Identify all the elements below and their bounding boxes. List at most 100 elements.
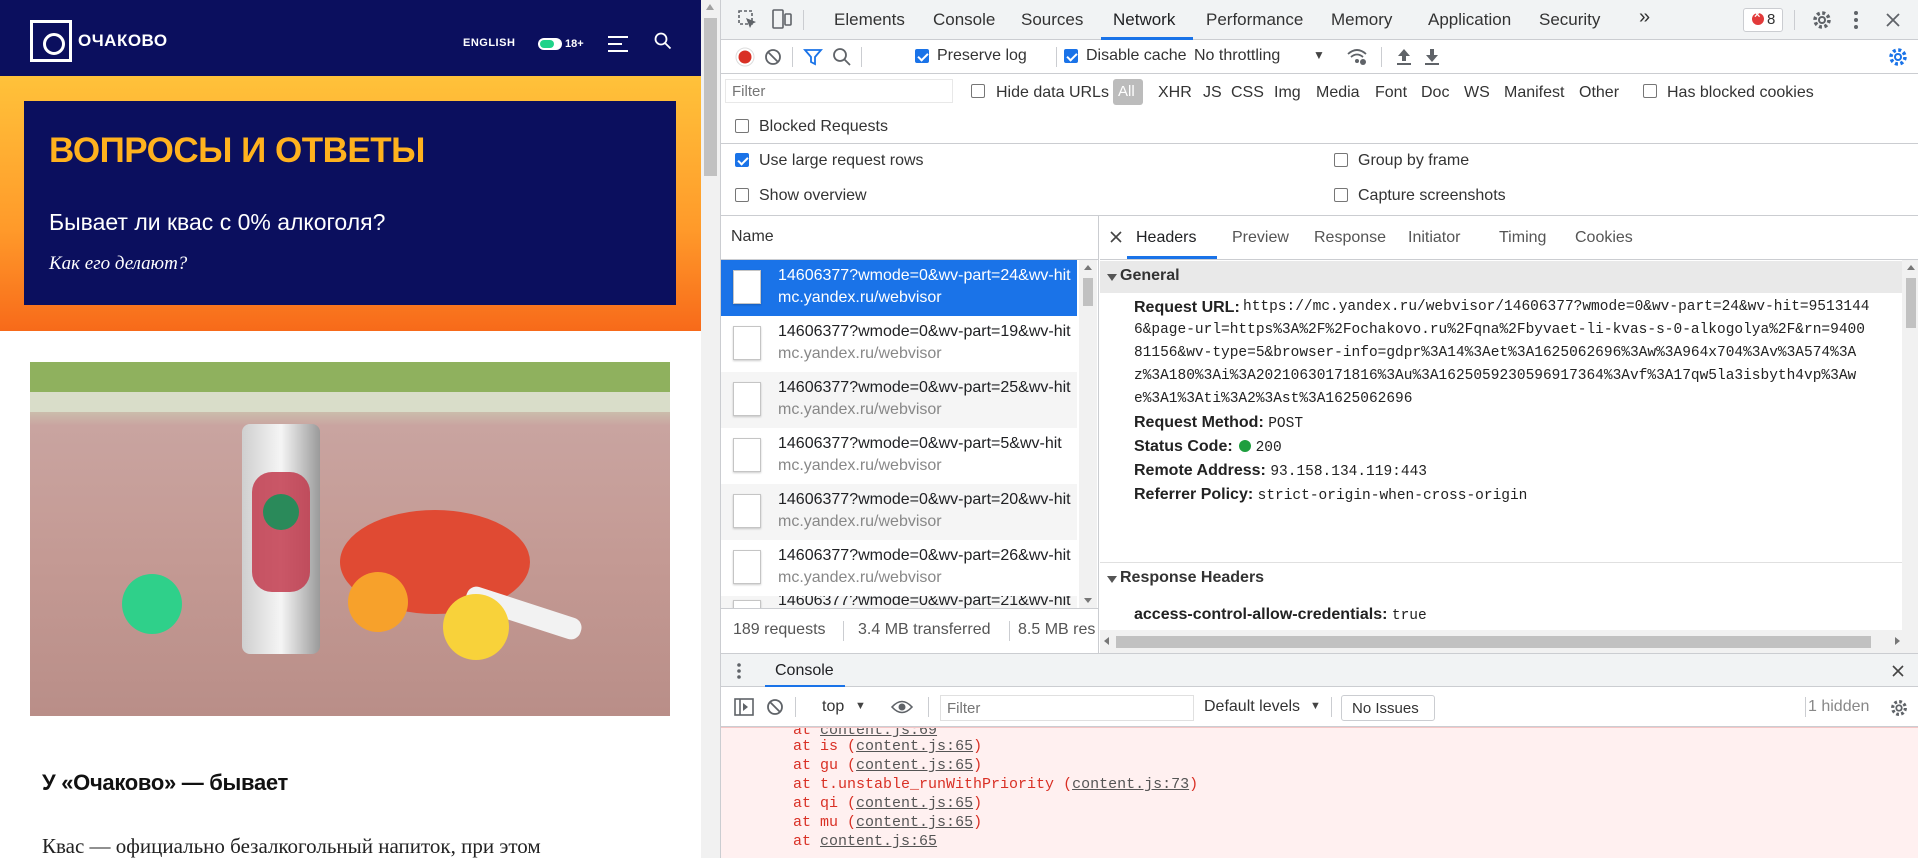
network-conditions-wifi-icon[interactable] bbox=[1346, 46, 1368, 68]
column-header-name[interactable]: Name bbox=[721, 216, 1099, 260]
menu-icon[interactable] bbox=[608, 36, 628, 52]
more-tabs-icon[interactable]: » bbox=[1639, 6, 1650, 29]
tab-preview[interactable]: Preview bbox=[1232, 229, 1289, 247]
log-levels-select[interactable]: Default levels bbox=[1204, 698, 1300, 716]
context-select[interactable]: top bbox=[822, 698, 844, 716]
export-har-download-icon[interactable] bbox=[1421, 46, 1443, 68]
filter-type-manifest[interactable]: Manifest bbox=[1504, 84, 1564, 102]
filter-type-font[interactable]: Font bbox=[1375, 84, 1407, 102]
filter-type-xhr[interactable]: XHR bbox=[1158, 84, 1192, 102]
console-settings-gear-icon[interactable] bbox=[1889, 698, 1909, 718]
tab-memory[interactable]: Memory bbox=[1331, 10, 1392, 30]
scroll-down-arrow-icon[interactable] bbox=[1084, 598, 1092, 603]
request-row[interactable]: 14606377?wmode=0&wv-part=19&wv-hit mc.ya… bbox=[721, 316, 1077, 372]
general-section-header[interactable]: General bbox=[1100, 261, 1902, 293]
record-icon[interactable] bbox=[734, 46, 756, 68]
tab-security[interactable]: Security bbox=[1539, 10, 1600, 30]
error-count-badge[interactable]: 8 bbox=[1743, 8, 1783, 32]
kebab-menu-icon[interactable] bbox=[1845, 9, 1867, 31]
scroll-right-arrow-icon[interactable] bbox=[1895, 637, 1900, 645]
age-toggle[interactable] bbox=[538, 38, 562, 50]
source-link[interactable]: content.js:73 bbox=[1072, 776, 1189, 793]
filter-type-img[interactable]: Img bbox=[1274, 84, 1301, 102]
network-filter-input[interactable] bbox=[725, 79, 953, 103]
show-sidebar-icon[interactable] bbox=[734, 698, 754, 716]
search-icon[interactable] bbox=[654, 32, 672, 50]
live-expression-eye-icon[interactable] bbox=[891, 699, 913, 715]
tab-initiator[interactable]: Initiator bbox=[1408, 229, 1460, 247]
request-row[interactable]: 14606377?wmode=0&wv-part=24&wv-hit mc.ya… bbox=[721, 260, 1077, 316]
search-icon[interactable] bbox=[831, 46, 853, 68]
close-details-icon[interactable] bbox=[1109, 230, 1123, 244]
request-row[interactable]: 14606377?wmode=0&wv-part=20&wv-hit mc.ya… bbox=[721, 484, 1077, 540]
language-link[interactable]: ENGLISH bbox=[463, 37, 515, 49]
filter-type-media[interactable]: Media bbox=[1316, 84, 1360, 102]
drawer-menu-icon[interactable] bbox=[736, 662, 742, 680]
import-har-upload-icon[interactable] bbox=[1393, 46, 1415, 68]
network-settings-gear-icon[interactable] bbox=[1887, 46, 1909, 68]
source-link[interactable]: content.js:65 bbox=[856, 795, 973, 812]
show-overview-checkbox[interactable] bbox=[735, 188, 749, 202]
tab-performance[interactable]: Performance bbox=[1206, 10, 1303, 30]
request-row[interactable]: 14606377?wmode=0&wv-part=5&wv-hit mc.yan… bbox=[721, 428, 1077, 484]
source-link[interactable]: content.js:65 bbox=[856, 738, 973, 755]
clear-icon[interactable] bbox=[762, 46, 784, 68]
disable-cache-checkbox[interactable] bbox=[1064, 49, 1078, 63]
tab-timing[interactable]: Timing bbox=[1499, 229, 1546, 247]
details-horizontal-scrollbar[interactable] bbox=[1100, 630, 1918, 653]
device-toolbar-icon[interactable] bbox=[771, 8, 793, 30]
scroll-up-arrow-icon[interactable] bbox=[706, 4, 714, 10]
hide-data-urls-checkbox[interactable] bbox=[971, 84, 985, 98]
scroll-up-arrow-icon[interactable] bbox=[1084, 265, 1092, 270]
website-scrollbar[interactable] bbox=[701, 0, 720, 858]
large-rows-checkbox[interactable] bbox=[735, 153, 749, 167]
blocked-requests-checkbox[interactable] bbox=[735, 119, 749, 133]
details-vertical-scrollbar-thumb[interactable] bbox=[1906, 278, 1916, 328]
throttling-select[interactable]: No throttling bbox=[1194, 47, 1280, 65]
tab-headers[interactable]: Headers bbox=[1136, 229, 1196, 247]
source-link[interactable]: content.js:65 bbox=[856, 757, 973, 774]
filter-type-all[interactable]: All bbox=[1113, 79, 1143, 105]
chevron-down-icon[interactable]: ▼ bbox=[855, 700, 866, 712]
chevron-down-icon[interactable]: ▼ bbox=[1313, 48, 1325, 62]
scroll-left-arrow-icon[interactable] bbox=[1104, 637, 1109, 645]
source-link[interactable]: content.js:65 bbox=[820, 833, 937, 850]
capture-screenshots-checkbox[interactable] bbox=[1334, 188, 1348, 202]
settings-gear-icon[interactable] bbox=[1811, 9, 1833, 31]
group-by-frame-checkbox[interactable] bbox=[1334, 153, 1348, 167]
filter-type-doc[interactable]: Doc bbox=[1421, 84, 1449, 102]
filter-funnel-icon[interactable] bbox=[802, 46, 824, 68]
issues-button[interactable]: No Issues bbox=[1341, 695, 1435, 721]
tab-sources[interactable]: Sources bbox=[1021, 10, 1083, 30]
clear-console-icon[interactable] bbox=[766, 698, 784, 716]
has-blocked-cookies-checkbox[interactable] bbox=[1643, 84, 1657, 98]
website-scrollbar-thumb[interactable] bbox=[704, 18, 717, 176]
source-link[interactable]: content.js:65 bbox=[856, 814, 973, 831]
drawer-tab-console[interactable]: Console bbox=[775, 662, 834, 680]
close-devtools-icon[interactable] bbox=[1882, 9, 1904, 31]
request-row[interactable]: 14606377?wmode=0&wv-part=21&wv-hit bbox=[721, 596, 1077, 608]
preserve-log-checkbox[interactable] bbox=[915, 49, 929, 63]
tab-cookies[interactable]: Cookies bbox=[1575, 229, 1633, 247]
details-horizontal-scrollbar-thumb[interactable] bbox=[1116, 636, 1871, 648]
close-drawer-icon[interactable] bbox=[1891, 664, 1905, 678]
filter-type-js[interactable]: JS bbox=[1203, 84, 1222, 102]
filter-type-ws[interactable]: WS bbox=[1464, 84, 1490, 102]
site-logo[interactable]: ОЧАКОВО bbox=[30, 20, 168, 62]
request-list-scrollbar[interactable] bbox=[1079, 260, 1097, 608]
details-vertical-scrollbar[interactable] bbox=[1902, 260, 1918, 630]
tab-elements[interactable]: Elements bbox=[834, 10, 905, 30]
filter-type-css[interactable]: CSS bbox=[1231, 84, 1264, 102]
tab-application[interactable]: Application bbox=[1428, 10, 1511, 30]
tab-network[interactable]: Network bbox=[1113, 10, 1175, 30]
request-list-scrollbar-thumb[interactable] bbox=[1083, 278, 1093, 306]
tab-response[interactable]: Response bbox=[1314, 229, 1386, 247]
inspect-element-icon[interactable] bbox=[737, 9, 759, 31]
response-headers-section-header[interactable]: Response Headers bbox=[1100, 562, 1902, 594]
chevron-down-icon[interactable]: ▼ bbox=[1310, 700, 1321, 712]
scroll-up-arrow-icon[interactable] bbox=[1907, 265, 1915, 270]
console-filter-input[interactable] bbox=[940, 695, 1194, 721]
filter-type-other[interactable]: Other bbox=[1579, 84, 1619, 102]
request-row[interactable]: 14606377?wmode=0&wv-part=25&wv-hit mc.ya… bbox=[721, 372, 1077, 428]
tab-console[interactable]: Console bbox=[933, 10, 995, 30]
